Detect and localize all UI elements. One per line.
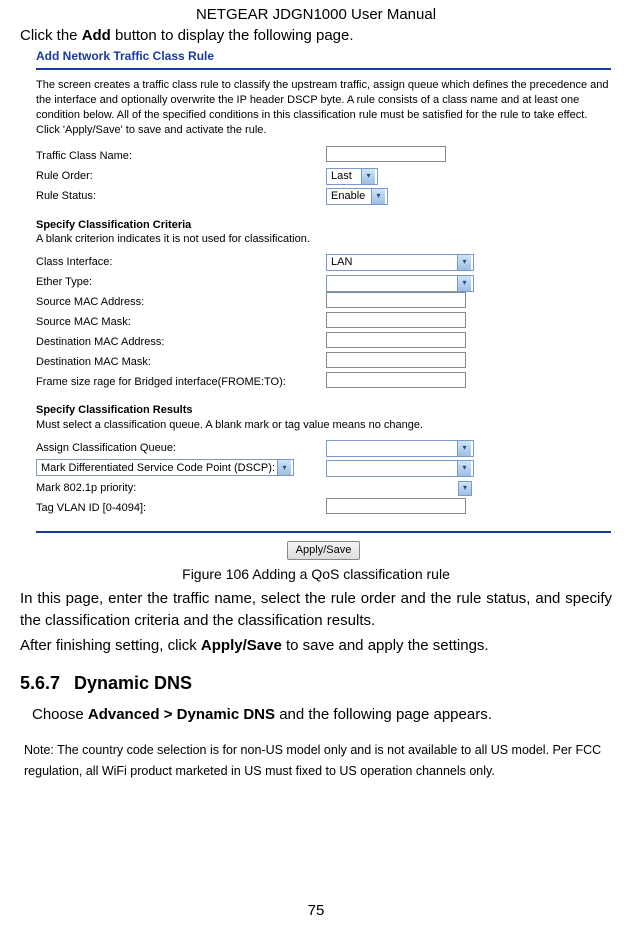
- select-assign-queue[interactable]: ▾: [326, 440, 474, 457]
- intro-line: Click the Add button to display the foll…: [20, 27, 612, 44]
- section-number: 5.6.7: [20, 673, 74, 694]
- select-dscp-value[interactable]: ▾: [326, 460, 474, 477]
- label-dest-mask: Destination MAC Mask:: [36, 355, 326, 370]
- select-rule-status[interactable]: Enable ▾: [326, 188, 388, 205]
- chevron-down-icon: ▾: [371, 189, 385, 204]
- label-rule-order: Rule Order:: [36, 169, 326, 184]
- results-title: Specify Classification Results: [36, 403, 611, 418]
- input-dest-mac[interactable]: [326, 332, 466, 348]
- input-traffic-class-name[interactable]: [326, 146, 446, 162]
- input-dest-mask[interactable]: [326, 352, 466, 368]
- chevron-down-icon: ▾: [277, 460, 291, 475]
- row-8021p: Mark 802.1p priority: ▾: [36, 479, 611, 497]
- criteria-sub: A blank criterion indicates it is not us…: [36, 232, 611, 247]
- section-text-prefix: Choose: [32, 706, 88, 723]
- row-assign-queue: Assign Classification Queue: ▾: [36, 439, 611, 457]
- section-heading: 5.6.7Dynamic DNS: [20, 673, 612, 694]
- row-ether-type: Ether Type: ▾: [36, 273, 611, 291]
- input-source-mac[interactable]: [326, 292, 466, 308]
- row-source-mask: Source MAC Mask:: [36, 313, 611, 331]
- input-vlan[interactable]: [326, 498, 466, 514]
- row-rule-status: Rule Status: Enable ▾: [36, 188, 611, 206]
- row-frame-size: Frame size rage for Bridged interface(FR…: [36, 373, 611, 391]
- results-sub: Must select a classification queue. A bl…: [36, 418, 611, 433]
- select-rule-order[interactable]: Last ▾: [326, 168, 378, 185]
- chevron-down-icon: ▾: [361, 169, 375, 184]
- row-rule-order: Rule Order: Last ▾: [36, 168, 611, 186]
- intro-bold: Add: [82, 27, 111, 44]
- apply-save-button[interactable]: Apply/Save: [287, 541, 361, 560]
- intro-suffix: button to display the following page.: [111, 27, 354, 44]
- row-class-interface: Class Interface: LAN ▾: [36, 253, 611, 271]
- section-text-suffix: and the following page appears.: [275, 706, 492, 723]
- select-class-interface[interactable]: LAN ▾: [326, 254, 474, 271]
- screenshot-description: The screen creates a traffic class rule …: [36, 78, 611, 137]
- label-source-mask: Source MAC Mask:: [36, 315, 326, 330]
- input-source-mask[interactable]: [326, 312, 466, 328]
- select-class-interface-value: LAN: [331, 255, 352, 270]
- figure-caption: Figure 106 Adding a QoS classification r…: [20, 566, 612, 582]
- page-header: NETGEAR JDGN1000 User Manual: [0, 0, 632, 27]
- section-text-bold: Advanced > Dynamic DNS: [88, 706, 275, 723]
- divider-top: [36, 68, 611, 70]
- label-dest-mac: Destination MAC Address:: [36, 335, 326, 350]
- body2-suffix: to save and apply the settings.: [282, 637, 489, 654]
- intro-prefix: Click the: [20, 27, 82, 44]
- select-rule-status-value: Enable: [331, 189, 365, 204]
- row-dest-mask: Destination MAC Mask:: [36, 353, 611, 371]
- label-vlan: Tag VLAN ID [0-4094]:: [36, 501, 326, 516]
- chevron-down-icon: ▾: [457, 255, 471, 270]
- label-dscp: Mark Differentiated Service Code Point (…: [41, 461, 275, 476]
- row-traffic-class-name: Traffic Class Name:: [36, 148, 611, 166]
- label-source-mac: Source MAC Address:: [36, 295, 326, 310]
- select-dscp-label[interactable]: Mark Differentiated Service Code Point (…: [36, 459, 294, 476]
- row-dest-mac: Destination MAC Address:: [36, 333, 611, 351]
- page-number: 75: [0, 902, 632, 919]
- row-dscp: Mark Differentiated Service Code Point (…: [36, 459, 611, 477]
- body-text-2: After finishing setting, click Apply/Sav…: [20, 635, 612, 657]
- section-body: Choose Advanced > Dynamic DNS and the fo…: [32, 704, 612, 726]
- row-vlan: Tag VLAN ID [0-4094]:: [36, 499, 611, 517]
- main-content: Click the Add button to display the foll…: [0, 27, 632, 782]
- body2-prefix: After finishing setting, click: [20, 637, 201, 654]
- label-frame-size: Frame size rage for Bridged interface(FR…: [36, 375, 326, 390]
- body-text-1: In this page, enter the traffic name, se…: [20, 588, 612, 632]
- chevron-down-icon: ▾: [457, 461, 471, 476]
- row-source-mac: Source MAC Address:: [36, 293, 611, 311]
- screenshot-panel: Add Network Traffic Class Rule The scree…: [36, 48, 611, 560]
- select-ether-type[interactable]: ▾: [326, 275, 474, 292]
- select-rule-order-value: Last: [331, 169, 352, 184]
- screenshot-title: Add Network Traffic Class Rule: [36, 48, 611, 64]
- label-ether-type: Ether Type:: [36, 275, 326, 290]
- chevron-down-icon: ▾: [457, 441, 471, 456]
- select-8021p[interactable]: ▾: [458, 481, 472, 496]
- criteria-title: Specify Classification Criteria: [36, 218, 611, 233]
- label-traffic-class-name: Traffic Class Name:: [36, 149, 326, 164]
- footer-note: Note: The country code selection is for …: [20, 740, 612, 783]
- section-title: Dynamic DNS: [74, 673, 192, 693]
- chevron-down-icon: ▾: [457, 276, 471, 291]
- label-assign-queue: Assign Classification Queue:: [36, 441, 326, 456]
- input-frame-size[interactable]: [326, 372, 466, 388]
- divider-bottom: [36, 531, 611, 533]
- label-class-interface: Class Interface:: [36, 255, 326, 270]
- body2-bold: Apply/Save: [201, 637, 282, 654]
- label-rule-status: Rule Status:: [36, 189, 326, 204]
- label-8021p: Mark 802.1p priority:: [36, 481, 326, 496]
